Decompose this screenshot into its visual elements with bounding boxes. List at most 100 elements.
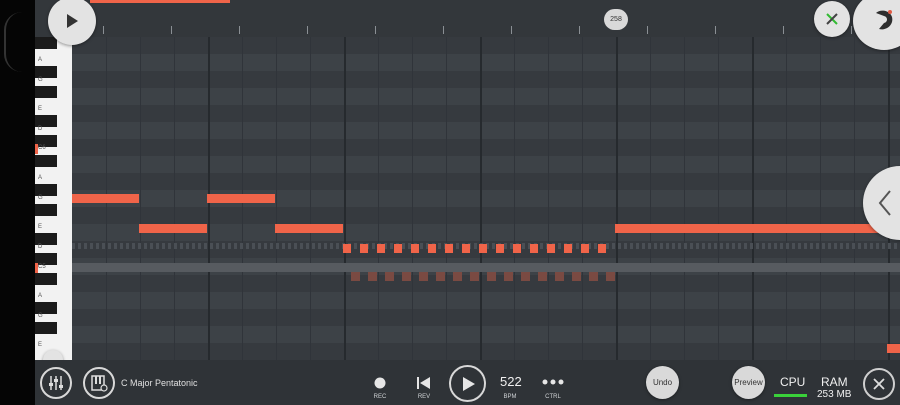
bpm-value[interactable]: 522 — [500, 374, 522, 389]
note[interactable] — [207, 194, 275, 203]
more-dots-icon[interactable] — [542, 379, 564, 385]
beat-line — [480, 37, 482, 360]
beat-line — [344, 37, 346, 360]
grid-dot — [96, 243, 99, 249]
timeline-tick — [511, 26, 512, 34]
black-key[interactable] — [35, 155, 57, 167]
beat-line — [548, 37, 549, 360]
grid-dot — [492, 243, 495, 249]
grid-dot — [138, 243, 141, 249]
beat-line — [582, 37, 583, 360]
grid-dot — [288, 243, 291, 249]
note[interactable] — [377, 244, 385, 253]
note[interactable] — [598, 244, 606, 253]
grid-dot — [696, 243, 699, 249]
undo-button[interactable]: Undo — [646, 366, 679, 399]
bottom-toolbar: C Major Pentatonic REC REV 522 BPM CTRL … — [35, 360, 900, 405]
timeline[interactable]: 258 — [35, 0, 900, 38]
note[interactable] — [275, 224, 343, 233]
note[interactable] — [887, 344, 900, 353]
rewind-icon[interactable] — [416, 376, 432, 390]
bar-marker[interactable]: 258 — [604, 9, 628, 30]
grid-dot — [780, 243, 783, 249]
beat-line — [684, 37, 685, 360]
grid-dot — [678, 243, 681, 249]
grid-dot — [132, 243, 135, 249]
grid-dot — [84, 243, 87, 249]
piano-settings-button[interactable] — [83, 367, 115, 399]
grid-dot — [162, 243, 165, 249]
mixer-button[interactable] — [40, 367, 72, 399]
scale-name[interactable]: C Major Pentatonic — [121, 378, 198, 388]
grid-dot — [282, 243, 285, 249]
black-key[interactable] — [35, 204, 57, 216]
key-label: G — [38, 77, 43, 83]
key-label: D — [38, 244, 43, 250]
black-key[interactable] — [35, 86, 57, 98]
grid-row — [72, 156, 900, 173]
piano-settings-icon — [91, 375, 108, 392]
note[interactable] — [428, 244, 436, 253]
beat-line — [752, 37, 754, 360]
note[interactable] — [394, 244, 402, 253]
note[interactable] — [360, 244, 368, 253]
key-label: G — [38, 313, 43, 319]
black-key[interactable] — [35, 273, 57, 285]
note[interactable] — [72, 194, 139, 203]
preview-button[interactable]: Preview — [732, 366, 765, 399]
grid-dot — [186, 243, 189, 249]
beat-line — [276, 37, 277, 360]
note[interactable] — [462, 244, 470, 253]
delete-button[interactable] — [814, 1, 850, 37]
rec-label: REC — [373, 394, 387, 400]
close-button[interactable] — [863, 368, 895, 400]
black-key[interactable] — [35, 37, 57, 49]
grid-dot — [312, 243, 315, 249]
rev-label: REV — [417, 394, 431, 400]
grid-row — [72, 37, 900, 54]
timeline-tick — [307, 26, 308, 34]
piano-keyboard[interactable]: A G E D C6 A G E D C5 A G E — [35, 37, 75, 360]
note-grid[interactable] — [72, 37, 900, 360]
grid-dot — [102, 243, 105, 249]
note[interactable] — [496, 244, 504, 253]
grid-dot — [456, 243, 459, 249]
grid-dot — [276, 243, 279, 249]
ghost-note — [453, 272, 462, 281]
grid-row — [72, 292, 900, 309]
note[interactable] — [445, 244, 453, 253]
grid-dot — [300, 243, 303, 249]
ghost-note — [589, 272, 598, 281]
note[interactable] — [530, 244, 538, 253]
grid-dot — [168, 243, 171, 249]
grid-row — [72, 105, 900, 122]
ghost-note — [487, 272, 496, 281]
grid-row — [72, 139, 900, 156]
grid-dot — [264, 243, 267, 249]
grid-dot — [714, 243, 717, 249]
black-key[interactable] — [35, 322, 57, 334]
beat-line — [310, 37, 311, 360]
note[interactable] — [411, 244, 419, 253]
grid-dot — [882, 243, 885, 249]
grid-dot — [210, 243, 213, 249]
grid-dot — [888, 243, 891, 249]
note[interactable] — [581, 244, 589, 253]
grid-dot — [852, 243, 855, 249]
note[interactable] — [479, 244, 487, 253]
note[interactable] — [564, 244, 572, 253]
note[interactable] — [139, 224, 207, 233]
close-x-icon — [826, 13, 838, 25]
grid-dot — [540, 243, 543, 249]
record-icon[interactable] — [374, 377, 386, 389]
grid-dot — [108, 243, 111, 249]
grid-dot — [720, 243, 723, 249]
beat-line — [412, 37, 413, 360]
transport-play-button[interactable] — [449, 365, 486, 402]
grid-dot — [180, 243, 183, 249]
note[interactable] — [615, 224, 900, 233]
grid-dot — [558, 243, 561, 249]
note[interactable] — [343, 244, 351, 253]
note[interactable] — [547, 244, 555, 253]
note[interactable] — [513, 244, 521, 253]
